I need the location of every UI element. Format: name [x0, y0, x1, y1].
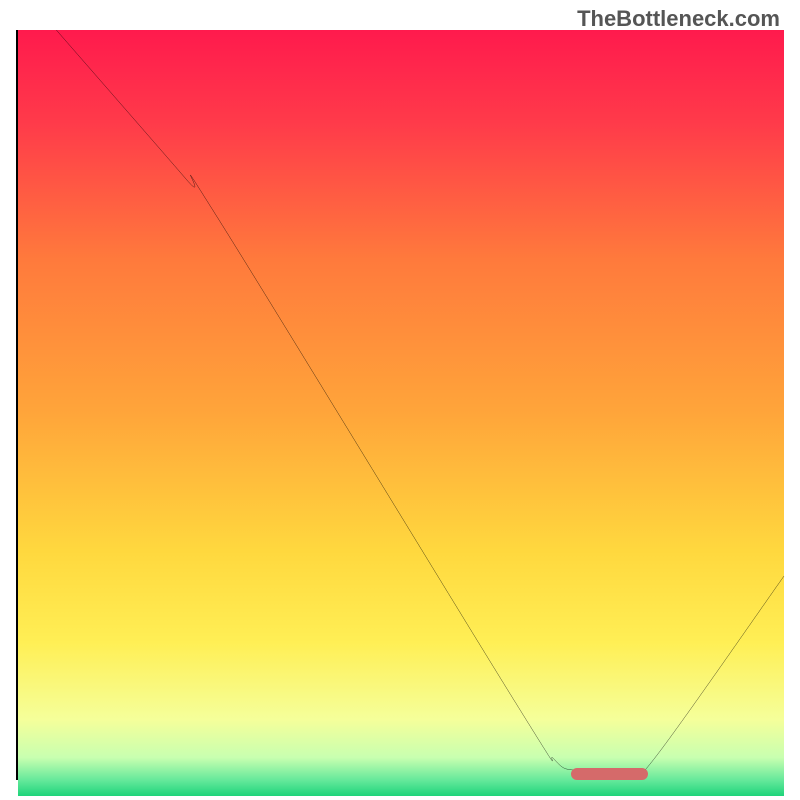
watermark-text: TheBottleneck.com: [577, 6, 780, 32]
bottleneck-curve: [56, 30, 784, 777]
plot-area: [16, 30, 784, 780]
curve-layer: [18, 30, 784, 778]
optimal-range-marker: [571, 768, 648, 780]
